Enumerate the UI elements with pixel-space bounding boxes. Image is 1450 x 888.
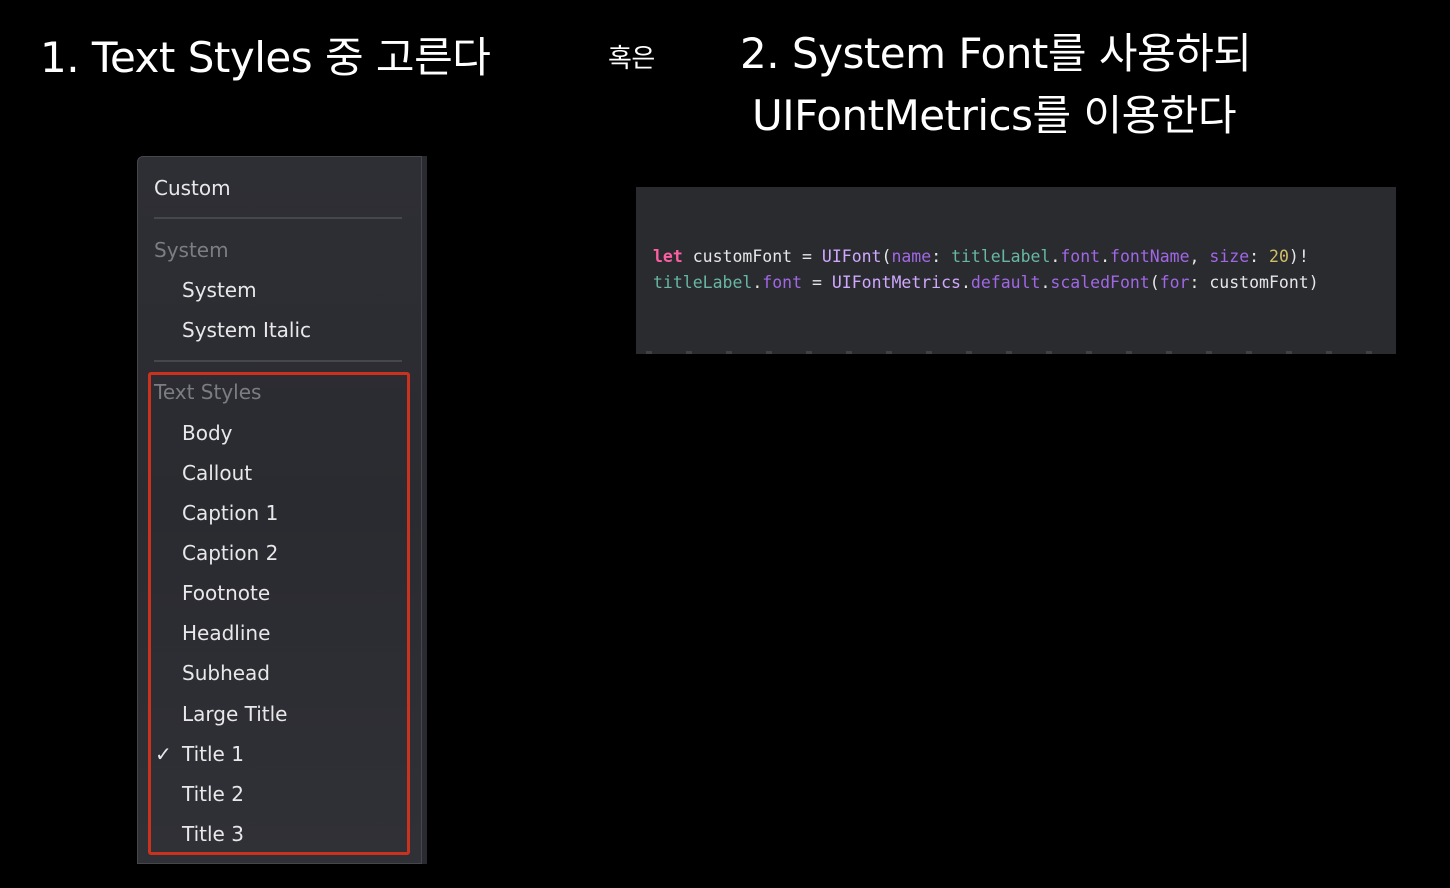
code-number: 20 (1269, 247, 1289, 266)
code-line-2: titleLabel.font = UIFontMetrics.default.… (653, 270, 1319, 296)
code-keyword: let (653, 247, 683, 266)
code-param: name (891, 247, 932, 266)
menu-item-system-italic[interactable]: System Italic (182, 316, 311, 344)
code-text: ( (1149, 273, 1160, 292)
code-text: : customFont) (1189, 273, 1319, 292)
code-param: for (1159, 273, 1190, 292)
code-snippet-panel: let customFont = UIFont(name: titleLabel… (636, 187, 1396, 354)
code-property: font (1060, 247, 1101, 266)
code-text: . (1040, 273, 1051, 292)
code-variable: titleLabel (653, 273, 753, 292)
code-line-1: let customFont = UIFont(name: titleLabel… (653, 244, 1309, 270)
option2-heading-line2: UIFontMetrics를 이용한다 (752, 91, 1237, 140)
code-text: )! (1288, 247, 1309, 266)
code-type: UIFont (821, 247, 882, 266)
menu-separator (154, 360, 402, 362)
option1-heading: 1. Text Styles 중 고른다 (40, 33, 491, 82)
option2-heading-line1: 2. System Font를 사용하되 (740, 29, 1252, 78)
text-styles-highlight-box (148, 372, 410, 855)
code-param: size (1209, 247, 1250, 266)
menu-section-system: System (154, 238, 229, 262)
code-panel-cut-edge (646, 351, 1386, 354)
code-property: fontName (1110, 247, 1190, 266)
code-text: customFont = (682, 247, 822, 266)
code-text: , (1189, 247, 1210, 266)
code-text: . (752, 273, 763, 292)
code-text: ( (881, 247, 892, 266)
code-property: font (762, 273, 803, 292)
code-type: UIFontMetrics (831, 273, 961, 292)
code-property: default (970, 273, 1041, 292)
code-text: = (802, 273, 832, 292)
or-label: 혹은 (608, 44, 655, 74)
menu-item-custom[interactable]: Custom (154, 174, 231, 202)
code-text: : (1249, 247, 1270, 266)
code-text: . (1050, 247, 1061, 266)
code-property: scaledFont (1050, 273, 1150, 292)
code-variable: titleLabel (951, 247, 1051, 266)
code-text: . (960, 273, 971, 292)
code-text: : (931, 247, 952, 266)
code-text: . (1100, 247, 1111, 266)
menu-separator (154, 217, 402, 219)
menu-item-system[interactable]: System (182, 276, 257, 304)
